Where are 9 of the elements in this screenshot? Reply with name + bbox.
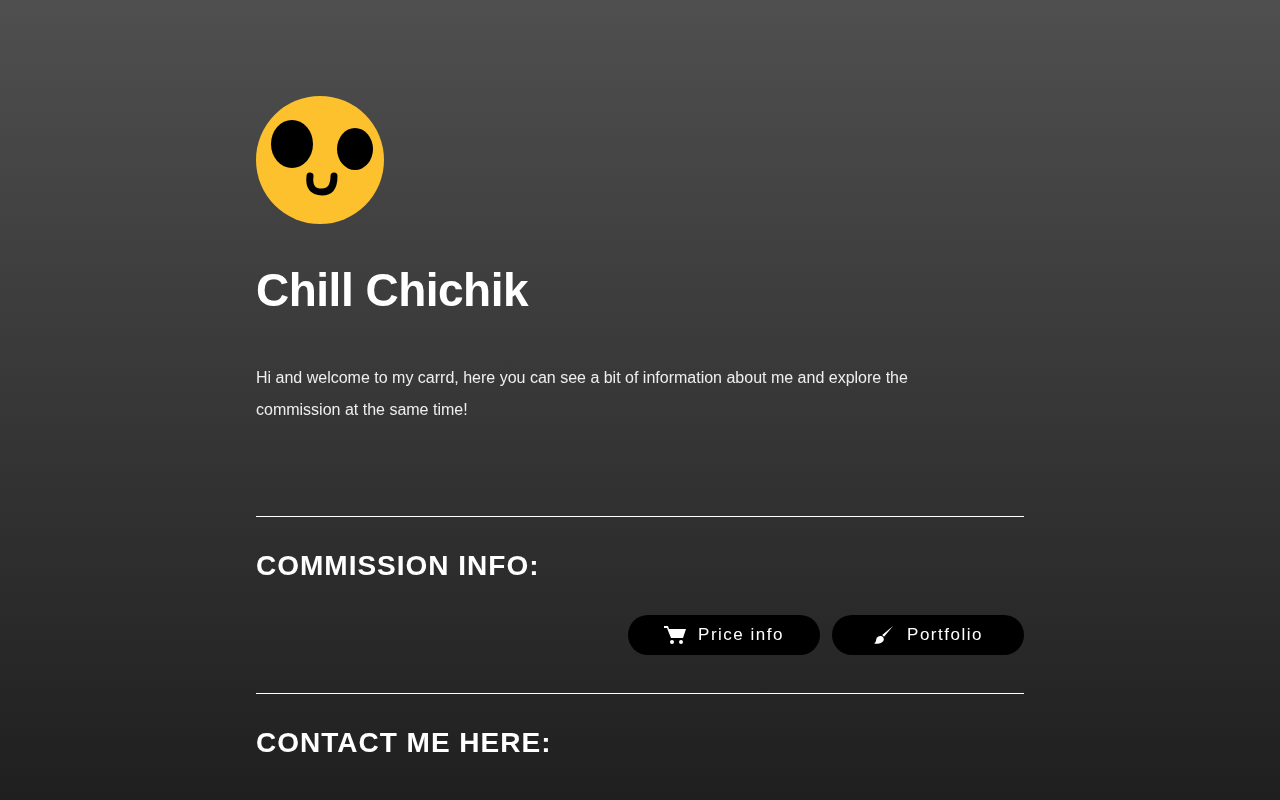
brush-icon bbox=[873, 625, 896, 645]
cart-icon bbox=[664, 625, 687, 645]
profile-name: Chill Chichik bbox=[256, 263, 530, 318]
intro-text: Hi and welcome to my carrd, here you can see a bit of information about me and explore the commission at the same time! bbox=[256, 368, 909, 420]
link-button[interactable]: Price info bbox=[628, 615, 820, 655]
avatar-icon bbox=[256, 96, 384, 224]
section-heading: COMMISSION INFO: bbox=[256, 549, 541, 583]
section-heading: CONTACT ME HERE: bbox=[256, 726, 553, 760]
link-button[interactable]: Portfolio bbox=[832, 615, 1024, 655]
